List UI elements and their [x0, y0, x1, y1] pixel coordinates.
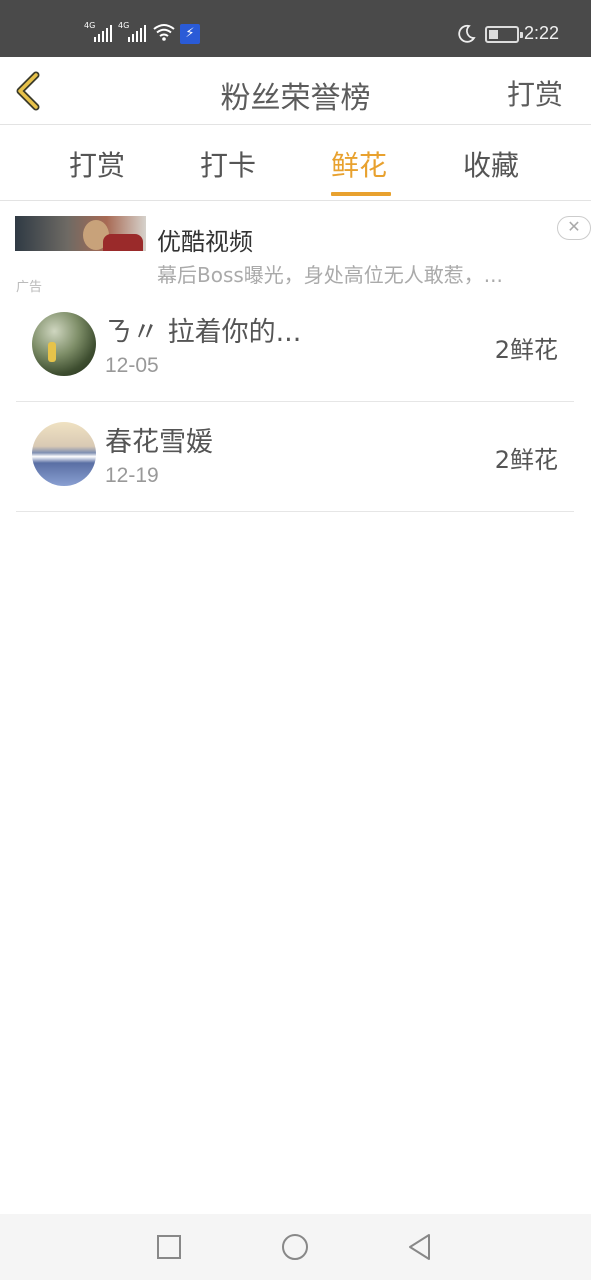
clock: 2:22: [524, 23, 560, 43]
avatar[interactable]: [32, 422, 96, 486]
wifi-icon: [153, 24, 175, 41]
fan-name: 春花雪媛: [105, 427, 213, 458]
charging-icon: ⚡: [180, 24, 200, 44]
system-nav-bar: [0, 1214, 591, 1280]
active-tab-indicator: [331, 192, 391, 196]
circle-icon[interactable]: [280, 1232, 310, 1262]
fan-date: 12-05: [105, 354, 159, 377]
fan-list: ㄋ〃 拉着你的... 12-05 2鲜花 春花雪媛 12-19 2鲜花: [16, 292, 574, 512]
battery-icon: [485, 26, 523, 43]
reward-button[interactable]: 打赏: [507, 73, 563, 113]
back-triangle-icon[interactable]: [405, 1232, 435, 1262]
flower-count: 2鲜花: [494, 446, 558, 474]
ad-brand: 优酷视频: [157, 228, 253, 256]
close-icon[interactable]: ✕: [557, 216, 591, 240]
moon-icon: [458, 24, 476, 43]
ad-banner[interactable]: 优酷视频 幕后Boss曝光，身处高位无人敢惹，... 广告 ✕: [0, 202, 591, 298]
page-title: 粉丝荣誉榜: [220, 81, 371, 116]
ad-thumbnail[interactable]: [15, 216, 146, 251]
avatar[interactable]: [32, 312, 96, 376]
fan-date: 12-19: [105, 464, 159, 487]
flower-count: 2鲜花: [494, 336, 558, 364]
app-header: 粉丝荣誉榜 打赏: [0, 57, 591, 125]
tab-favorites[interactable]: 收藏: [463, 144, 519, 184]
square-icon[interactable]: [154, 1232, 184, 1262]
list-item[interactable]: ㄋ〃 拉着你的... 12-05 2鲜花: [16, 292, 574, 402]
tab-checkin[interactable]: 打卡: [200, 144, 256, 184]
tab-reward[interactable]: 打赏: [69, 144, 125, 184]
ad-description: 幕后Boss曝光，身处高位无人敢惹，...: [157, 263, 503, 287]
tab-flowers[interactable]: 鲜花: [331, 144, 387, 184]
list-item[interactable]: 春花雪媛 12-19 2鲜花: [16, 402, 574, 512]
status-bar: 4G 4G ⚡ 2:22: [0, 0, 591, 57]
fan-name: ㄋ〃 拉着你的...: [105, 317, 302, 348]
tab-bar: 打赏 打卡 鲜花 收藏: [0, 126, 591, 201]
